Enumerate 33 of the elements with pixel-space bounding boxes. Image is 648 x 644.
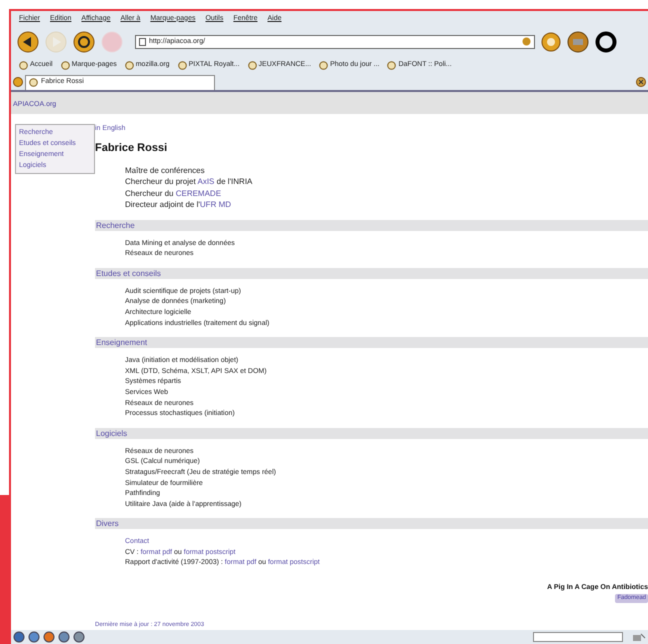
section-header: Divers	[95, 518, 648, 530]
page-icon	[178, 60, 187, 70]
page-icon	[60, 60, 70, 70]
link[interactable]: CEREMADE	[176, 188, 222, 198]
close-tab-icon[interactable]	[636, 76, 646, 87]
back-button[interactable]	[17, 30, 39, 53]
page-icon	[124, 60, 134, 70]
status-icon[interactable]	[28, 631, 40, 644]
link[interactable]: UFR MD	[200, 200, 232, 210]
section-header: Etudes et conseils	[95, 268, 648, 279]
intro-line: Chercheur du projet AxIS de l'INRIA	[125, 176, 252, 188]
go-button[interactable]	[541, 32, 561, 52]
section-header: Logiciels	[95, 428, 648, 439]
page-icon	[139, 38, 146, 46]
section-header: Recherche	[95, 220, 648, 231]
page-icon	[248, 60, 257, 70]
status-icon[interactable]	[13, 631, 25, 644]
intro-line: Maître de conférences	[125, 164, 205, 176]
page-icon	[387, 60, 396, 70]
status-icon[interactable]	[73, 631, 85, 644]
new-tab-button[interactable]	[13, 76, 23, 87]
section-header: Enseignement	[95, 337, 648, 348]
search-button[interactable]	[567, 30, 589, 53]
reload-button[interactable]	[73, 30, 95, 53]
dropdown-icon[interactable]	[522, 37, 531, 46]
page-icon	[319, 60, 328, 70]
ring-icon[interactable]	[595, 30, 617, 53]
page-heading: Fabrice Rossi	[95, 141, 168, 156]
status-icon[interactable]	[43, 631, 55, 644]
intro-line: Chercheur du CEREMADE	[125, 188, 222, 200]
intro-line: Directeur adjoint de l'UFR MD	[125, 199, 232, 211]
link[interactable]: AxIS	[198, 177, 214, 186]
status-icon[interactable]	[58, 631, 70, 644]
